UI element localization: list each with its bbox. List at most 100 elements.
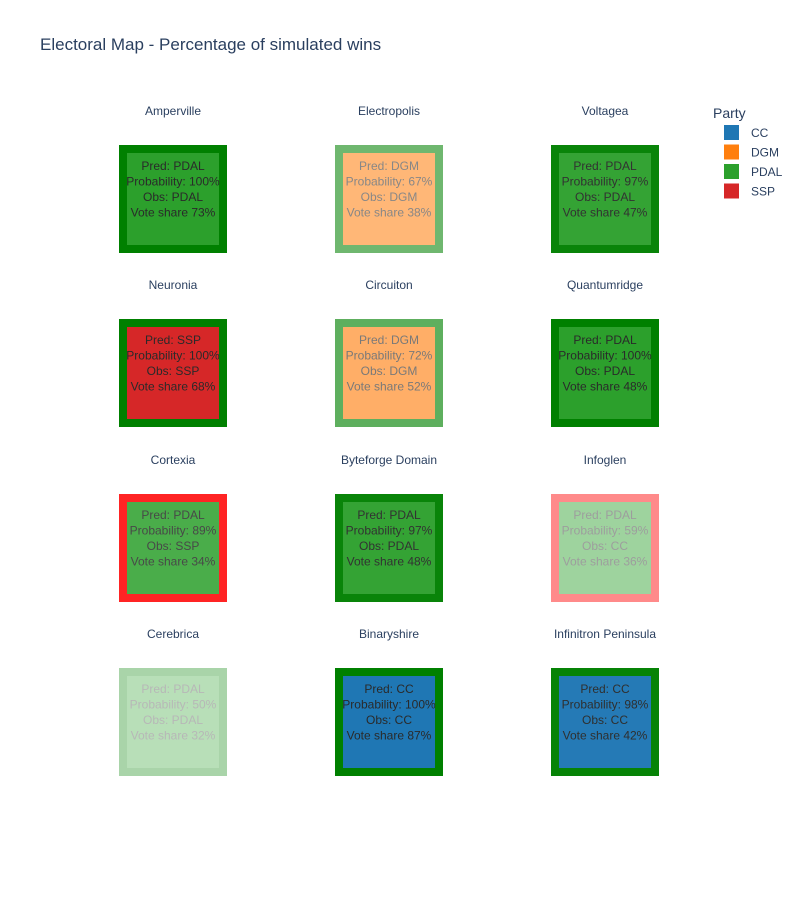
region-box: Pred: PDAL Probability: 97%Obs: PDAL Vote … (551, 145, 659, 253)
region-line: Vote share 48% (563, 380, 648, 394)
region-line: Pred: PDAL (573, 159, 637, 173)
legend-title: Party (713, 105, 746, 121)
region-cell: Circuiton Pred: DGM Probability: 72%Obs: D… (335, 278, 443, 427)
region-grid: AmpervillePred: PDALProbability: 100%Obs… (119, 104, 659, 776)
legend-swatch (724, 164, 739, 179)
region-box: Pred: DGM Probability: 67%Obs: DGM Vote sh… (335, 145, 443, 253)
region-line: Vote share 32% (131, 729, 216, 743)
region-cell: Neuronia Pred: SSP Probability: 100%Obs: S… (119, 278, 227, 427)
region-line: Vote share 47% (563, 206, 648, 220)
region-line: Pred: DGM (359, 333, 419, 347)
region-name: Voltagea (582, 104, 629, 118)
region-line: Probability: 67% (346, 175, 433, 189)
region-cell: Amperville Pred: PDAL Probability: 100%Obs… (119, 104, 227, 253)
region-cell: Byteforge Domain Pred: PDAL Probability: 9… (335, 453, 443, 602)
region-line: Vote share 34% (131, 555, 216, 569)
region-line: Probability: 97% (346, 524, 433, 538)
legend-item[interactable]: DGM (724, 144, 779, 160)
legend-label: PDAL (751, 165, 783, 179)
region-line: Vote share 73% (131, 206, 216, 220)
region-line: Obs: SSP (147, 364, 200, 378)
legend-label: DGM (751, 146, 779, 160)
region-line: Pred: DGM (359, 159, 419, 173)
region-line: Pred: PDAL (357, 508, 421, 522)
region-name: Quantumridge (567, 278, 643, 292)
region-box: Pred: PDAL Probability: 100%Obs: PDAL Vote… (119, 145, 227, 253)
region-name: Cerebrica (147, 627, 199, 641)
region-line: Obs: CC (366, 713, 412, 727)
region-box: Pred: CC Probability: 98%Obs: CC Vote shar… (551, 668, 659, 776)
legend-label: SSP (751, 185, 775, 199)
region-box: Pred: PDAL Probability: 97%Obs: PDAL Vote … (335, 494, 443, 602)
legend-item[interactable]: SSP (724, 183, 775, 199)
region-line: Vote share 87% (347, 729, 432, 743)
region-line: Probability: 98% (562, 698, 649, 712)
legend-swatch (724, 183, 739, 199)
electoral-map-chart: Electoral Map - Percentage of simulated … (40, 35, 783, 776)
region-box: Pred: SSP Probability: 100%Obs: SSP Vote s… (119, 319, 227, 427)
region-line: Vote share 36% (563, 555, 648, 569)
region-box: Pred: CC Probability: 100%Obs: CC Vote sha… (335, 668, 443, 776)
region-cell: Cortexia Pred: PDAL Probability: 89%Obs: S… (119, 453, 227, 602)
region-cell: Cerebrica Pred: PDAL Probability: 50%Obs: … (119, 627, 227, 776)
region-line: Obs: CC (582, 539, 628, 553)
region-line: Obs: PDAL (143, 190, 203, 204)
region-line: Obs: PDAL (575, 190, 635, 204)
region-line: Pred: SSP (145, 333, 201, 347)
region-line: Obs: CC (582, 713, 628, 727)
legend-item[interactable]: CC (724, 125, 769, 140)
region-line: Vote share 68% (131, 380, 216, 394)
region-line: Probability: 100% (126, 175, 220, 189)
legend-swatch (724, 144, 739, 160)
region-line: Pred: CC (364, 682, 414, 696)
region-line: Obs: PDAL (575, 364, 635, 378)
region-cell: Voltagea Pred: PDAL Probability: 97%Obs: P… (551, 104, 659, 253)
region-line: Pred: PDAL (141, 508, 205, 522)
region-line: Vote share 38% (347, 206, 432, 220)
region-name: Byteforge Domain (341, 453, 437, 467)
region-line: Vote share 42% (563, 729, 648, 743)
region-line: Pred: PDAL (573, 508, 637, 522)
region-line: Probability: 59% (562, 524, 649, 538)
region-name: Circuiton (365, 278, 412, 292)
region-line: Pred: CC (580, 682, 630, 696)
region-line: Obs: DGM (361, 364, 418, 378)
region-line: Pred: PDAL (573, 333, 637, 347)
region-line: Pred: PDAL (141, 682, 205, 696)
region-line: Obs: SSP (147, 539, 200, 553)
region-line: Probability: 89% (130, 524, 217, 538)
region-cell: Quantumridge Pred: PDAL Probability: 100%O… (551, 278, 659, 427)
legend-item[interactable]: PDAL (724, 164, 783, 179)
region-line: Obs: DGM (361, 190, 418, 204)
region-line: Probability: 50% (130, 698, 217, 712)
region-line: Probability: 100% (558, 349, 652, 363)
region-cell: Infinitron Peninsula Pred: CC Probability:… (551, 627, 659, 776)
region-name: Binaryshire (359, 627, 419, 641)
region-line: Probability: 97% (562, 175, 649, 189)
region-cell: Binaryshire Pred: CC Probability: 100%Obs:… (335, 627, 443, 776)
region-cell: Infoglen Pred: PDAL Probability: 59%Obs: C… (551, 453, 659, 602)
legend-swatch (724, 125, 739, 140)
legend: Party CC DGM PDAL SSP (713, 105, 783, 199)
region-line: Pred: PDAL (141, 159, 205, 173)
region-box: Pred: PDAL Probability: 50%Obs: PDAL Vote … (119, 668, 227, 776)
region-box: Pred: PDAL Probability: 89%Obs: SSP Vote s… (119, 494, 227, 602)
legend-label: CC (751, 126, 769, 140)
region-name: Infoglen (584, 453, 627, 467)
region-line: Obs: PDAL (143, 713, 203, 727)
region-name: Infinitron Peninsula (554, 627, 656, 641)
region-line: Vote share 52% (347, 380, 432, 394)
region-box: Pred: PDAL Probability: 59%Obs: CC Vote sh… (551, 494, 659, 602)
region-line: Probability: 100% (342, 698, 436, 712)
region-name: Amperville (145, 104, 201, 118)
region-box: Pred: DGM Probability: 72%Obs: DGM Vote sh… (335, 319, 443, 427)
region-line: Vote share 48% (347, 555, 432, 569)
region-cell: Electropolis Pred: DGM Probability: 67%Obs… (335, 104, 443, 253)
region-line: Probability: 72% (346, 349, 433, 363)
region-name: Neuronia (149, 278, 198, 292)
region-line: Probability: 100% (126, 349, 220, 363)
region-line: Obs: PDAL (359, 539, 419, 553)
region-box: Pred: PDAL Probability: 100%Obs: PDAL Vote… (551, 319, 659, 427)
region-name: Cortexia (151, 453, 196, 467)
region-name: Electropolis (358, 104, 420, 118)
